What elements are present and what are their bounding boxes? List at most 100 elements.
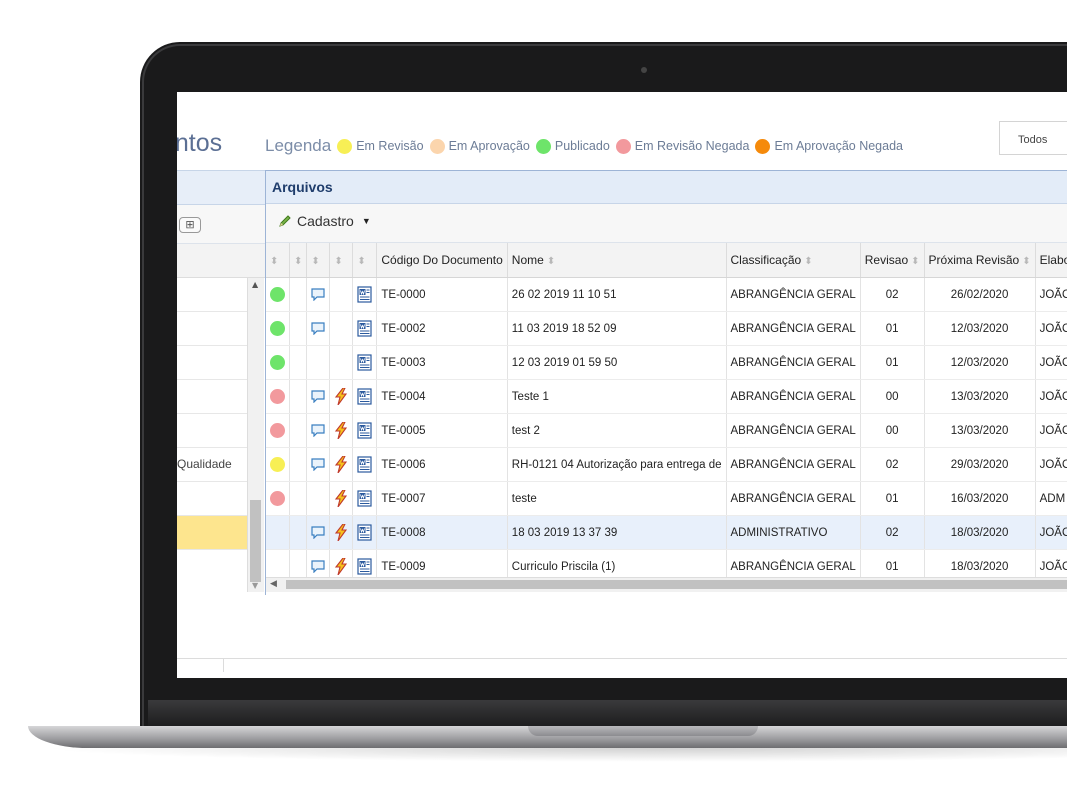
comment-icon[interactable] <box>311 458 325 471</box>
comment-icon[interactable] <box>311 322 325 335</box>
comment-icon[interactable] <box>311 390 325 403</box>
classification-cell[interactable]: ABRANGÊNCIA GERAL <box>726 277 861 312</box>
left-panel-item[interactable] <box>177 278 247 312</box>
column-header-icon[interactable]: ⬍ <box>266 243 290 278</box>
document-code-cell[interactable]: TE-0004 <box>376 379 508 414</box>
classification-cell[interactable]: ABRANGÊNCIA GERAL <box>726 379 861 414</box>
left-panel-item[interactable] <box>177 482 247 516</box>
bolt-icon[interactable] <box>334 422 348 439</box>
revision-cell[interactable]: 02 <box>860 447 925 482</box>
document-name-cell[interactable]: 26 02 2019 11 10 51 <box>507 277 727 312</box>
scroll-down-icon[interactable]: ▼ <box>252 581 258 590</box>
column-header-icon[interactable]: ⬍ <box>306 243 331 278</box>
sort-icon[interactable]: ⬍ <box>1022 256 1030 267</box>
cadastro-button[interactable]: Cadastro ▼ <box>278 213 371 229</box>
document-name-cell[interactable]: teste <box>507 481 727 516</box>
column-header[interactable]: Elaborador⬍ <box>1035 243 1067 278</box>
column-header[interactable]: Revisao ⬍ <box>860 243 925 278</box>
word-document-icon[interactable] <box>357 524 372 541</box>
word-document-icon[interactable] <box>357 456 372 473</box>
column-header[interactable]: Próxima Revisão ⬍ <box>924 243 1036 278</box>
revision-cell[interactable]: 01 <box>860 311 925 346</box>
scroll-thumb[interactable] <box>250 500 261 582</box>
left-panel-item[interactable] <box>177 380 247 414</box>
table-row[interactable]: TE-0003 12 03 2019 01 59 50 ABRANGÊNCIA GE… <box>266 345 1067 380</box>
classification-cell[interactable]: ABRANGÊNCIA GERAL <box>726 345 861 380</box>
table-row[interactable]: TE-0002 11 03 2019 18 52 09 ABRANGÊNCIA GE… <box>266 311 1067 346</box>
next-revision-cell[interactable]: 26/02/2020 <box>924 277 1036 312</box>
column-header[interactable]: Classificação ⬍ <box>726 243 861 278</box>
table-row[interactable]: TE-0007 teste ABRANGÊNCIA GERAL 01 16/03/202… <box>266 481 1067 516</box>
left-panel-item[interactable] <box>177 516 247 550</box>
next-revision-cell[interactable]: 16/03/2020 <box>924 481 1036 516</box>
left-panel-item[interactable] <box>177 312 247 346</box>
table-row[interactable]: TE-0005 test 2 ABRANGÊNCIA GERAL 00 13/03/20… <box>266 413 1067 448</box>
document-code-cell[interactable]: TE-0002 <box>376 311 508 346</box>
next-revision-cell[interactable]: 18/03/2020 <box>924 515 1036 550</box>
sort-icon[interactable]: ⬍ <box>334 256 342 267</box>
word-document-icon[interactable] <box>357 558 372 575</box>
comment-icon[interactable] <box>311 424 325 437</box>
document-code-cell[interactable]: TE-0003 <box>376 345 508 380</box>
word-document-icon[interactable] <box>357 354 372 371</box>
column-header[interactable]: Nome ⬍ <box>507 243 727 278</box>
revision-cell[interactable]: 02 <box>860 515 925 550</box>
bolt-icon[interactable] <box>334 490 348 507</box>
word-document-icon[interactable] <box>357 388 372 405</box>
word-document-icon[interactable] <box>357 490 372 507</box>
left-panel-item[interactable]: Qualidade <box>177 448 247 482</box>
next-revision-cell[interactable]: 12/03/2020 <box>924 311 1036 346</box>
document-name-cell[interactable]: 12 03 2019 01 59 50 <box>507 345 727 380</box>
table-row[interactable]: TE-0006 RH-0121 04 Autorização para entre… <box>266 447 1067 482</box>
revision-cell[interactable]: 01 <box>860 481 925 516</box>
next-revision-cell[interactable]: 29/03/2020 <box>924 447 1036 482</box>
horizontal-scrollbar[interactable]: ◀ <box>266 577 1067 592</box>
scroll-left-icon[interactable]: ◀ <box>270 579 277 589</box>
table-row[interactable]: TE-0004 Teste 1 ABRANGÊNCIA GERAL 00 13/03/2… <box>266 379 1067 414</box>
sort-icon[interactable]: ⬍ <box>911 256 919 267</box>
column-header[interactable]: Código Do Documento <box>376 243 508 278</box>
comment-icon[interactable] <box>311 526 325 539</box>
revision-cell[interactable]: 00 <box>860 413 925 448</box>
next-revision-cell[interactable]: 13/03/2020 <box>924 379 1036 414</box>
word-document-icon[interactable] <box>357 320 372 337</box>
left-panel-scrollbar[interactable]: ▲ ▼ <box>247 278 264 592</box>
sort-icon[interactable]: ⬍ <box>357 256 365 267</box>
bolt-icon[interactable] <box>334 456 348 473</box>
horizontal-scroll-thumb[interactable] <box>286 580 1067 589</box>
document-name-cell[interactable]: 11 03 2019 18 52 09 <box>507 311 727 346</box>
document-code-cell[interactable]: TE-0006 <box>376 447 508 482</box>
left-panel-item[interactable] <box>177 414 247 448</box>
bolt-icon[interactable] <box>334 524 348 541</box>
document-code-cell[interactable]: TE-0007 <box>376 481 508 516</box>
word-document-icon[interactable] <box>357 422 372 439</box>
author-cell[interactable]: JOÃO LOPES <box>1035 379 1067 414</box>
classification-cell[interactable]: ABRANGÊNCIA GERAL <box>726 447 861 482</box>
document-code-cell[interactable]: TE-0008 <box>376 515 508 550</box>
column-header-icon[interactable]: ⬍ <box>329 243 354 278</box>
revision-cell[interactable]: 02 <box>860 277 925 312</box>
scroll-up-icon[interactable]: ▲ <box>252 280 258 289</box>
revision-cell[interactable]: 01 <box>860 345 925 380</box>
column-header-icon[interactable]: ⬍ <box>289 243 308 278</box>
next-revision-cell[interactable]: 12/03/2020 <box>924 345 1036 380</box>
classification-cell[interactable]: ABRANGÊNCIA GERAL <box>726 311 861 346</box>
classification-cell[interactable]: ABRANGÊNCIA GERAL <box>726 481 861 516</box>
author-cell[interactable]: JOÃO LOPES <box>1035 277 1067 312</box>
classification-cell[interactable]: ABRANGÊNCIA GERAL <box>726 413 861 448</box>
sort-icon[interactable]: ⬍ <box>311 256 319 267</box>
sort-icon[interactable]: ⬍ <box>270 256 278 267</box>
comment-icon[interactable] <box>311 288 325 301</box>
sort-icon[interactable]: ⬍ <box>804 256 812 267</box>
table-row[interactable]: TE-0008 18 03 2019 13 37 39 ADMINISTRATIVO… <box>266 515 1067 550</box>
document-name-cell[interactable]: RH-0121 04 Autorização para entrega de <box>507 447 727 482</box>
word-document-icon[interactable] <box>357 286 372 303</box>
document-name-cell[interactable]: test 2 <box>507 413 727 448</box>
classification-cell[interactable]: ADMINISTRATIVO <box>726 515 861 550</box>
author-cell[interactable]: JOÃO LOPES <box>1035 311 1067 346</box>
author-cell[interactable]: ADM <box>1035 481 1067 516</box>
document-code-cell[interactable]: TE-0000 <box>376 277 508 312</box>
status-filter-select[interactable]: Todos <box>999 121 1067 155</box>
author-cell[interactable]: JOÃO LOPES <box>1035 447 1067 482</box>
author-cell[interactable]: JOÃO LOPES <box>1035 515 1067 550</box>
